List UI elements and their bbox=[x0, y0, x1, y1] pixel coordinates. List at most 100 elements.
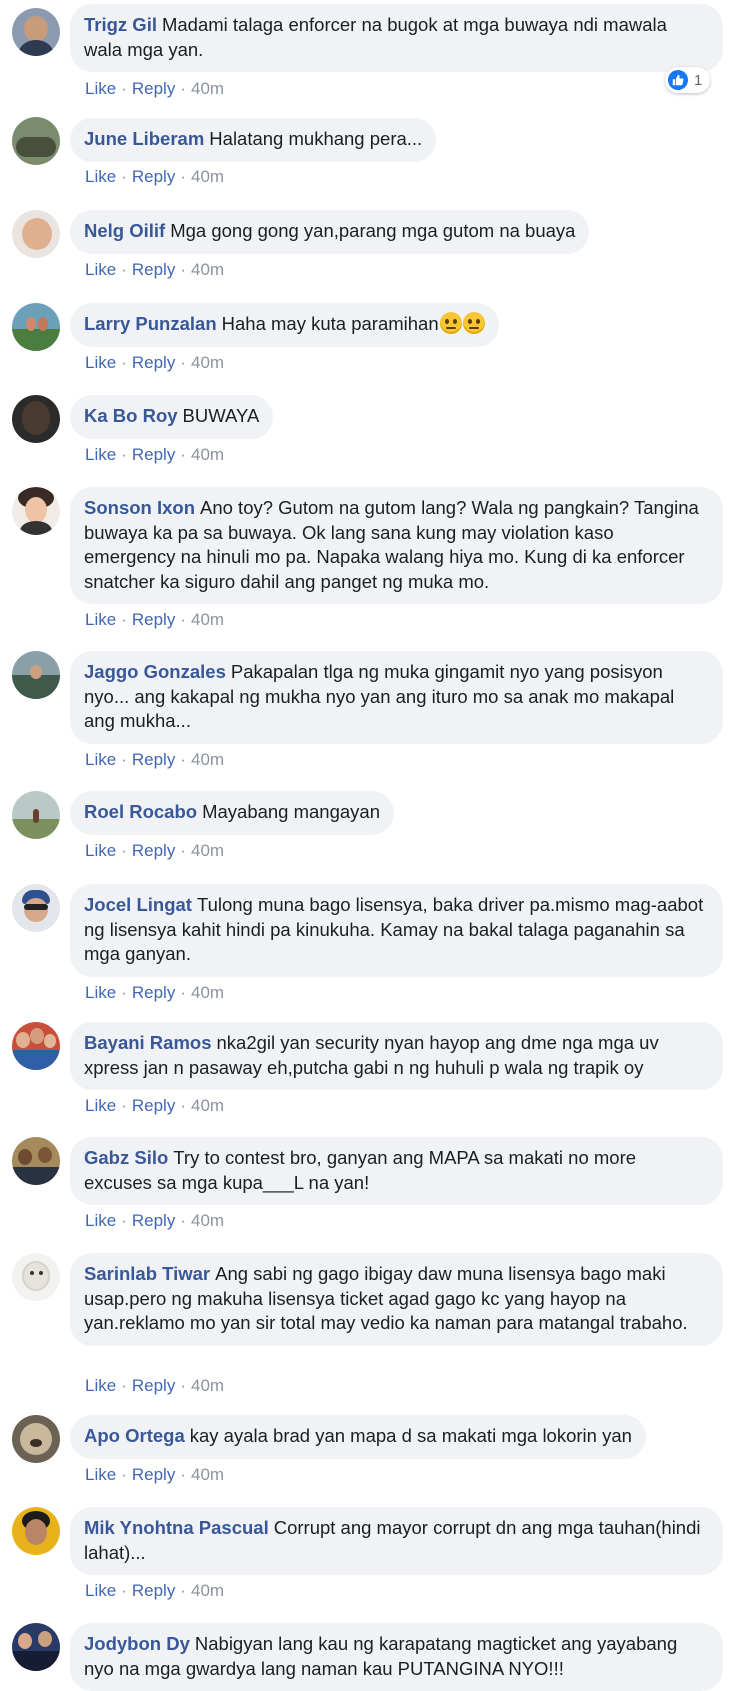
like-link[interactable]: Like bbox=[85, 79, 116, 98]
avatar[interactable] bbox=[12, 210, 60, 258]
like-link[interactable]: Like bbox=[85, 1376, 116, 1395]
like-link[interactable]: Like bbox=[85, 610, 116, 629]
like-link[interactable]: Like bbox=[85, 1465, 116, 1484]
reply-link[interactable]: Reply bbox=[132, 1096, 175, 1115]
comment-author[interactable]: Ka Bo Roy bbox=[84, 405, 178, 426]
reply-link[interactable]: Reply bbox=[132, 1581, 175, 1600]
avatar[interactable] bbox=[12, 487, 60, 535]
comment-actions: Like · Reply · 40m bbox=[85, 445, 225, 464]
comment-bubble: Roel Rocabo Mayabang mangayan bbox=[70, 791, 395, 835]
comment-timestamp[interactable]: 40m bbox=[191, 750, 224, 769]
like-link[interactable]: Like bbox=[85, 445, 116, 464]
comment-actions: Like · Reply · 40m bbox=[85, 79, 225, 98]
comment-author[interactable]: Sonson Ixon bbox=[84, 497, 195, 518]
comment-timestamp[interactable]: 40m bbox=[191, 353, 224, 372]
comment-timestamp[interactable]: 40m bbox=[191, 1096, 224, 1115]
comment-timestamp[interactable]: 40m bbox=[191, 167, 224, 186]
comment-actions: Like · Reply · 40m bbox=[85, 353, 225, 372]
comment-actions: Like · Reply · 40m bbox=[85, 841, 225, 860]
avatar[interactable] bbox=[12, 1507, 60, 1555]
comment-bubble: Gabz Silo Try to contest bro, ganyan ang … bbox=[70, 1137, 723, 1205]
comment-timestamp[interactable]: 40m bbox=[191, 260, 224, 279]
comment-author[interactable]: Nelg Oilif bbox=[84, 220, 165, 241]
face-with-rolling-eyes-icon bbox=[462, 312, 485, 334]
avatar[interactable] bbox=[12, 395, 60, 443]
comment-author[interactable]: Bayani Ramos bbox=[84, 1032, 212, 1053]
comment-author[interactable]: June Liberam bbox=[84, 128, 204, 149]
comment-text: Mga gong gong yan,parang mga gutom na bu… bbox=[170, 220, 576, 241]
like-reaction-icon bbox=[668, 70, 688, 90]
comment-author[interactable]: Apo Ortega bbox=[84, 1425, 185, 1446]
like-link[interactable]: Like bbox=[85, 983, 116, 1002]
comment-bubble: Larry Punzalan Haha may kuta paramihan bbox=[70, 303, 499, 347]
reply-link[interactable]: Reply bbox=[132, 610, 175, 629]
face-with-rolling-eyes-icon bbox=[439, 312, 462, 334]
comment-author[interactable]: Gabz Silo bbox=[84, 1147, 168, 1168]
avatar[interactable] bbox=[12, 651, 60, 699]
comment-author[interactable]: Sarinlab Tiwar bbox=[84, 1263, 210, 1284]
comment-actions: Like · Reply · 40m bbox=[85, 1581, 225, 1600]
comment-bubble: Jodybon Dy Nabigyan lang kau ng karapatan… bbox=[70, 1623, 723, 1691]
avatar[interactable] bbox=[12, 1137, 60, 1185]
comment-timestamp[interactable]: 40m bbox=[191, 445, 224, 464]
comment-author[interactable]: Larry Punzalan bbox=[84, 313, 217, 334]
comment-timestamp[interactable]: 40m bbox=[191, 610, 224, 629]
like-link[interactable]: Like bbox=[85, 841, 116, 860]
reply-link[interactable]: Reply bbox=[132, 353, 175, 372]
reply-link[interactable]: Reply bbox=[132, 1211, 175, 1230]
comment-timestamp[interactable]: 40m bbox=[191, 79, 224, 98]
reply-link[interactable]: Reply bbox=[132, 841, 175, 860]
reply-link[interactable]: Reply bbox=[132, 750, 175, 769]
comment-bubble: Sonson Ixon Ano toy? Gutom na gutom lang?… bbox=[70, 487, 723, 604]
comment-bubble: Jocel Lingat Tulong muna bago lisensya, b… bbox=[70, 884, 723, 977]
avatar[interactable] bbox=[12, 8, 60, 56]
like-link[interactable]: Like bbox=[85, 167, 116, 186]
comment-text: Halatang mukhang pera... bbox=[209, 128, 423, 149]
avatar[interactable] bbox=[12, 884, 60, 932]
comment-author[interactable]: Mik Ynohtna Pascual bbox=[84, 1517, 269, 1538]
comment-actions: Like · Reply · 40m bbox=[85, 983, 225, 1002]
avatar[interactable] bbox=[12, 791, 60, 839]
like-link[interactable]: Like bbox=[85, 1096, 116, 1115]
comment-timestamp[interactable]: 40m bbox=[191, 1581, 224, 1600]
like-link[interactable]: Like bbox=[85, 1211, 116, 1230]
avatar[interactable] bbox=[12, 1623, 60, 1671]
like-link[interactable]: Like bbox=[85, 260, 116, 279]
comment-bubble: Mik Ynohtna Pascual Corrupt ang mayor cor… bbox=[70, 1507, 723, 1575]
reply-link[interactable]: Reply bbox=[132, 445, 175, 464]
comment-timestamp[interactable]: 40m bbox=[191, 1465, 224, 1484]
reply-link[interactable]: Reply bbox=[132, 79, 175, 98]
comment-actions: Like · Reply · 40m bbox=[85, 1096, 225, 1115]
avatar[interactable] bbox=[12, 1415, 60, 1463]
comment-bubble: Bayani Ramos nka2gil yan security nyan ha… bbox=[70, 1022, 723, 1090]
reply-link[interactable]: Reply bbox=[132, 1376, 175, 1395]
comment-actions: Like · Reply · 40m bbox=[85, 750, 225, 769]
comment-bubble: Jaggo Gonzales Pakapalan tlga ng muka gin… bbox=[70, 651, 723, 744]
reply-link[interactable]: Reply bbox=[132, 167, 175, 186]
like-link[interactable]: Like bbox=[85, 750, 116, 769]
comment-text: Madami talaga enforcer na bugok at mga b… bbox=[84, 14, 667, 60]
like-link[interactable]: Like bbox=[85, 353, 116, 372]
comment-timestamp[interactable]: 40m bbox=[191, 1211, 224, 1230]
avatar[interactable] bbox=[12, 1253, 60, 1301]
comment-actions: Like · Reply · 40m bbox=[85, 610, 225, 629]
avatar[interactable] bbox=[12, 117, 60, 165]
reply-link[interactable]: Reply bbox=[132, 260, 175, 279]
reaction-count-badge[interactable]: 1 bbox=[665, 67, 711, 93]
comment-author[interactable]: Jocel Lingat bbox=[84, 894, 192, 915]
like-link[interactable]: Like bbox=[85, 1581, 116, 1600]
comment-text: Haha may kuta paramihan bbox=[221, 313, 439, 334]
avatar[interactable] bbox=[12, 1022, 60, 1070]
reply-link[interactable]: Reply bbox=[132, 1465, 175, 1484]
reply-link[interactable]: Reply bbox=[132, 983, 175, 1002]
comment-bubble: Apo Ortega kay ayala brad yan mapa d sa m… bbox=[70, 1415, 646, 1459]
avatar[interactable] bbox=[12, 303, 60, 351]
comment-author[interactable]: Jaggo Gonzales bbox=[84, 661, 226, 682]
comment-author[interactable]: Roel Rocabo bbox=[84, 801, 197, 822]
comment-bubble: Trigz Gil Madami talaga enforcer na bugok… bbox=[70, 4, 723, 72]
comment-timestamp[interactable]: 40m bbox=[191, 1376, 224, 1395]
comment-author[interactable]: Trigz Gil bbox=[84, 14, 157, 35]
comment-timestamp[interactable]: 40m bbox=[191, 983, 224, 1002]
comment-author[interactable]: Jodybon Dy bbox=[84, 1633, 190, 1654]
comment-timestamp[interactable]: 40m bbox=[191, 841, 224, 860]
